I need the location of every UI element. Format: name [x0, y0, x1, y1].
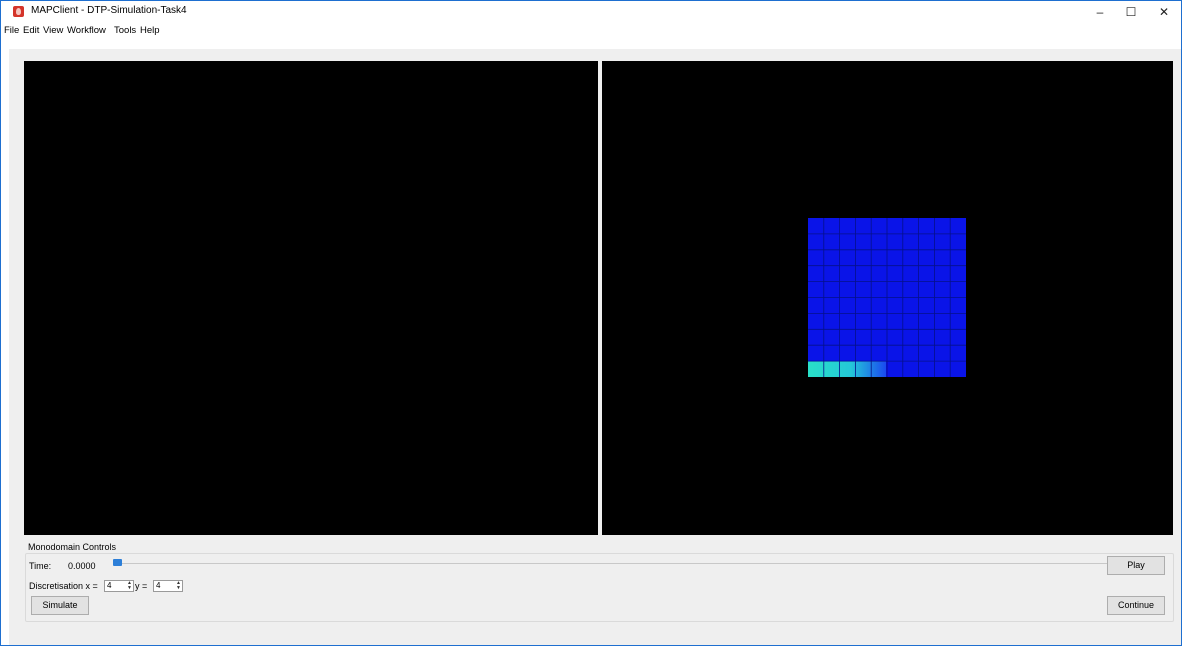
controls-title: Monodomain Controls — [28, 542, 117, 552]
menu-help[interactable]: Help — [140, 25, 160, 36]
y-label: y = — [135, 581, 148, 591]
app-window: MAPClient - DTP-Simulation-Task4 – ☐ ✕ F… — [0, 0, 1182, 646]
discretisation-y-spinbox[interactable]: 4 ▲ ▼ — [153, 580, 183, 592]
menu-file[interactable]: File — [4, 25, 19, 36]
discretisation-x-spinbox[interactable]: 4 ▲ ▼ — [104, 580, 134, 592]
close-button[interactable]: ✕ — [1147, 1, 1181, 23]
y-value: 4 — [156, 581, 161, 590]
spin-arrows-icon[interactable]: ▲ ▼ — [126, 581, 133, 591]
simulate-button[interactable]: Simulate — [31, 596, 89, 615]
window-title: MAPClient - DTP-Simulation-Task4 — [31, 5, 187, 16]
main-content: Monodomain Controls Time: 0.0000 Play Di… — [9, 49, 1181, 645]
menu-edit[interactable]: Edit — [23, 25, 39, 36]
discretisation-label: Discretisation x = — [29, 581, 98, 591]
title-bar[interactable]: MAPClient - DTP-Simulation-Task4 – ☐ ✕ — [1, 1, 1181, 23]
menu-view[interactable]: View — [43, 25, 63, 36]
time-slider[interactable] — [121, 563, 1116, 564]
time-label: Time: — [29, 561, 52, 571]
menu-workflow[interactable]: Workflow — [67, 25, 106, 36]
monodomain-controls: Monodomain Controls Time: 0.0000 Play Di… — [17, 537, 1174, 622]
simulation-mesh — [808, 218, 966, 377]
continue-button[interactable]: Continue — [1107, 596, 1165, 615]
mesh-grid-lines — [808, 218, 966, 377]
minimize-button[interactable]: – — [1083, 1, 1117, 23]
time-value: 0.0000 — [68, 561, 96, 571]
x-value: 4 — [107, 581, 112, 590]
menu-bar: File Edit View Workflow Tools Help — [1, 23, 1181, 39]
menu-tools[interactable]: Tools — [114, 25, 136, 36]
scene-viewer-right[interactable] — [602, 61, 1173, 535]
mapclient-app-icon — [13, 6, 24, 17]
time-slider-handle[interactable] — [113, 559, 122, 566]
play-button[interactable]: Play — [1107, 556, 1165, 575]
scene-viewer-left[interactable] — [24, 61, 598, 535]
maximize-button[interactable]: ☐ — [1114, 1, 1148, 23]
spin-arrows-icon[interactable]: ▲ ▼ — [175, 581, 182, 591]
